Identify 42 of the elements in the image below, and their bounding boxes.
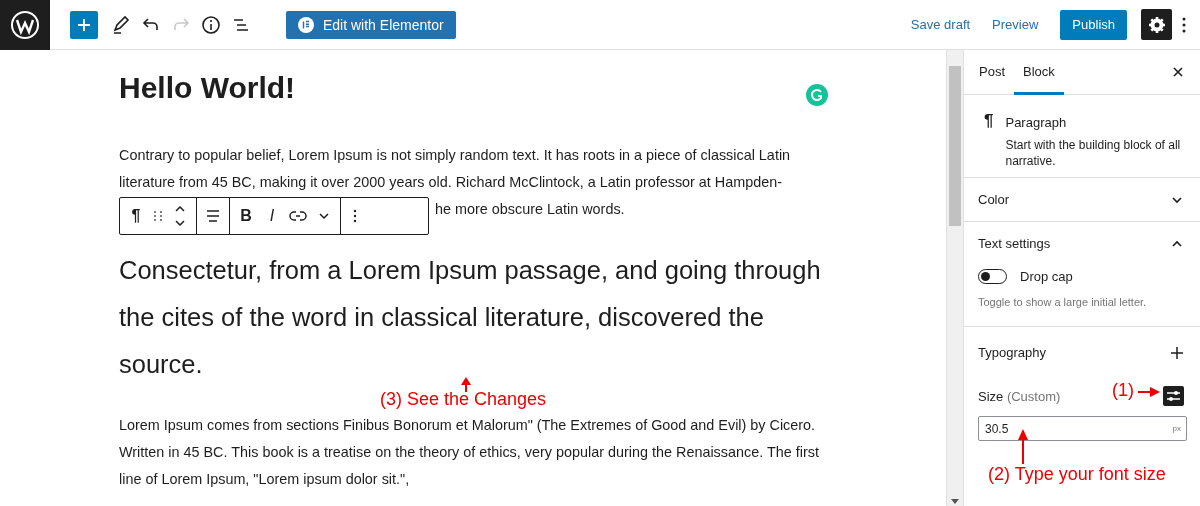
paragraph: Lorem Ipsum comes from sections Finibus Bonorum et Malorum" (The Extremes of Good and Evil) by Cicero. Written in 45 BC. This book is a treatise on the theory of ethics, very popular during the Renaissance. The first line of Lorem Ipsum, "Lorem ipsum dolor sit.", (119, 416, 820, 489)
custom-size-button[interactable] (1163, 386, 1184, 406)
panel-title[interactable]: Color (978, 192, 1010, 207)
arrow (1018, 429, 1028, 465)
sidebar-tab[interactable]: Block (1014, 50, 1064, 95)
arrow (1137, 387, 1160, 397)
preview-link[interactable]: Preview (992, 17, 1039, 32)
paragraph-block-icon: ¶ (984, 111, 994, 161)
help-text: Toggle to show a large initial letter. (978, 296, 1148, 308)
plus-icon[interactable] (1170, 345, 1184, 360)
settings-button[interactable] (1141, 9, 1172, 40)
post-title[interactable]: Hello World! (119, 70, 831, 106)
block-title: Paragraph (1005, 115, 1068, 130)
gear-icon (1146, 14, 1167, 35)
paragraph-block-button[interactable]: ¶ (126, 207, 146, 225)
publish-button[interactable]: Publish (1060, 9, 1127, 40)
annotation-label: (1) (1112, 380, 1134, 401)
panel-title[interactable]: Text settings (978, 236, 1051, 251)
edit-with-elementor-button[interactable]: Edit with Elementor (286, 10, 456, 39)
close-icon[interactable] (1172, 66, 1184, 78)
size-label: Size (Custom) (978, 388, 1061, 404)
add-block-button[interactable] (70, 10, 98, 39)
drop-cap-toggle[interactable] (978, 269, 1007, 284)
sidebar-tab[interactable]: Post (970, 50, 1014, 95)
annotation-label: (2) Type your font size (988, 464, 1166, 485)
panel-title[interactable]: Typography (978, 345, 1046, 360)
scrollbar-thumb[interactable] (949, 66, 961, 226)
unit-label: px (1172, 424, 1181, 433)
scroll-down-arrow-icon[interactable] (951, 499, 959, 504)
save-draft-link[interactable]: Save draft (910, 17, 971, 32)
plus-icon (76, 16, 92, 33)
large-paragraph: Consectetur, from a Lorem Ipsum passage, and going through the cites of the word in classical literature, discovered the source. (119, 255, 822, 375)
toggle-label: Drop cap (1020, 269, 1073, 284)
block-description: Start with the building block of all narrative. (1005, 137, 1182, 169)
more-options-icon[interactable] (1182, 16, 1186, 33)
arrow (461, 377, 471, 393)
bold-button[interactable]: B (236, 207, 256, 225)
paragraph-fragment: he more obscure Latin words. (435, 200, 625, 219)
italic-button[interactable]: I (262, 207, 282, 225)
sliders-icon (1166, 390, 1181, 402)
annotation-label: (3) See the Changes (380, 389, 547, 410)
drag-handle-icon[interactable] (152, 209, 164, 223)
